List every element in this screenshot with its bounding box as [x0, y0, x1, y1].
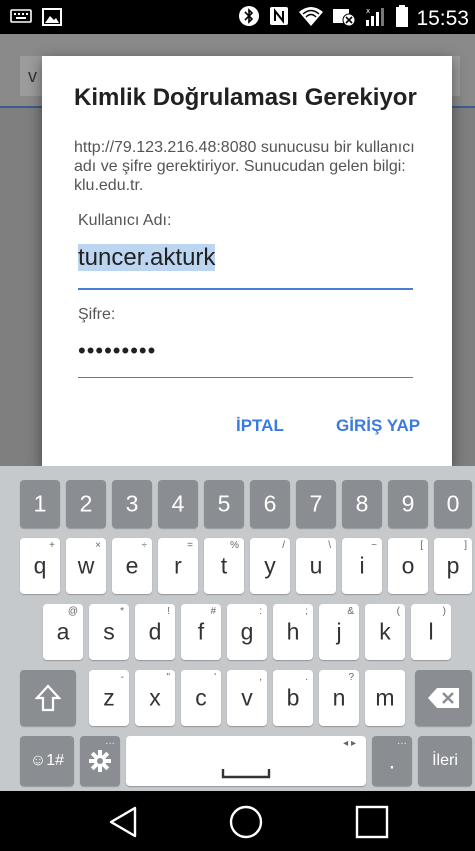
next-key[interactable]: İleri: [418, 736, 472, 786]
key-d[interactable]: ! d: [135, 604, 175, 660]
username-field[interactable]: tuncer.akturk: [78, 244, 413, 290]
data-saver-icon: [332, 5, 356, 33]
auth-dialog: Kimlik Doğrulaması Gerekiyor http://79.1…: [42, 56, 452, 468]
key-f[interactable]: # f: [181, 604, 221, 660]
key-6[interactable]: 6: [250, 480, 290, 528]
key-q[interactable]: + q: [20, 538, 60, 594]
key-8[interactable]: 8: [342, 480, 382, 528]
key-t[interactable]: % t: [204, 538, 244, 594]
key-p[interactable]: ] p: [434, 538, 472, 594]
space-icon: [221, 758, 271, 785]
password-field[interactable]: •••••••••: [78, 338, 413, 378]
home-icon[interactable]: [229, 805, 263, 844]
status-bar: x 15:53: [0, 0, 475, 34]
password-label: Şifre:: [78, 306, 116, 323]
gear-icon: [89, 750, 111, 778]
back-icon[interactable]: [107, 805, 139, 844]
key-1[interactable]: 1: [20, 480, 60, 528]
recents-icon[interactable]: [355, 805, 389, 844]
key-w[interactable]: × w: [66, 538, 106, 594]
key-o[interactable]: [o: [388, 538, 428, 594]
key-0[interactable]: 0: [434, 480, 472, 528]
key-s[interactable]: * s: [89, 604, 129, 660]
key-m[interactable]: m: [365, 670, 405, 726]
period-key[interactable]: ···.: [372, 736, 412, 786]
shift-icon: [34, 684, 62, 718]
username-label: Kullanıcı Adı:: [78, 212, 172, 229]
image-notification-icon: [42, 8, 62, 31]
key-b[interactable]: .b: [273, 670, 313, 726]
key-j[interactable]: & j: [319, 604, 359, 660]
key-e[interactable]: ÷ e: [112, 538, 152, 594]
key-7[interactable]: 7: [296, 480, 336, 528]
key-c[interactable]: ' c: [181, 670, 221, 726]
key-i[interactable]: ~ i: [342, 538, 382, 594]
key-z[interactable]: -z: [89, 670, 129, 726]
nfc-icon: [268, 5, 290, 33]
dialog-title: Kimlik Doğrulaması Gerekiyor: [74, 84, 417, 111]
space-key[interactable]: ◂ ▸: [126, 736, 366, 786]
key-l[interactable]: ) l: [411, 604, 451, 660]
key-h[interactable]: ; h: [273, 604, 313, 660]
soft-keyboard: 1 2 3 4 5 6 7 8 9 0 + q × w ÷ e = r % t / y \ u…: [0, 466, 475, 791]
wifi-icon: [298, 5, 324, 33]
key-n[interactable]: ? n: [319, 670, 359, 726]
cancel-button[interactable]: İPTAL: [236, 416, 284, 436]
symbols-key[interactable]: ☺1#: [20, 736, 74, 786]
bluetooth-icon: [238, 5, 260, 33]
key-5[interactable]: 5: [204, 480, 244, 528]
signal-icon: x: [364, 5, 388, 33]
backspace-key[interactable]: [415, 670, 472, 726]
keyboard-notification-icon: [10, 8, 32, 31]
key-u[interactable]: \ u: [296, 538, 336, 594]
svg-text:x: x: [366, 7, 370, 15]
backspace-icon: [427, 687, 461, 715]
key-x[interactable]: " x: [135, 670, 175, 726]
settings-key[interactable]: ···: [80, 736, 120, 786]
key-a[interactable]: @ a: [43, 604, 83, 660]
status-time: 15:53: [416, 7, 469, 30]
key-9[interactable]: 9: [388, 480, 428, 528]
key-4[interactable]: 4: [158, 480, 198, 528]
dialog-message: http://79.123.216.48:8080 sunucusu bir k…: [74, 139, 415, 194]
key-y[interactable]: / y: [250, 538, 290, 594]
navigation-bar: [0, 791, 475, 851]
key-v[interactable]: ,v: [227, 670, 267, 726]
key-g[interactable]: :g: [227, 604, 267, 660]
key-k[interactable]: (k: [365, 604, 405, 660]
shift-key[interactable]: [20, 670, 76, 726]
key-2[interactable]: 2: [66, 480, 106, 528]
key-r[interactable]: = r: [158, 538, 198, 594]
login-button[interactable]: GİRİŞ YAP: [336, 416, 420, 436]
key-3[interactable]: 3: [112, 480, 152, 528]
username-value: tuncer.akturk: [78, 244, 216, 271]
battery-icon: [396, 5, 409, 33]
